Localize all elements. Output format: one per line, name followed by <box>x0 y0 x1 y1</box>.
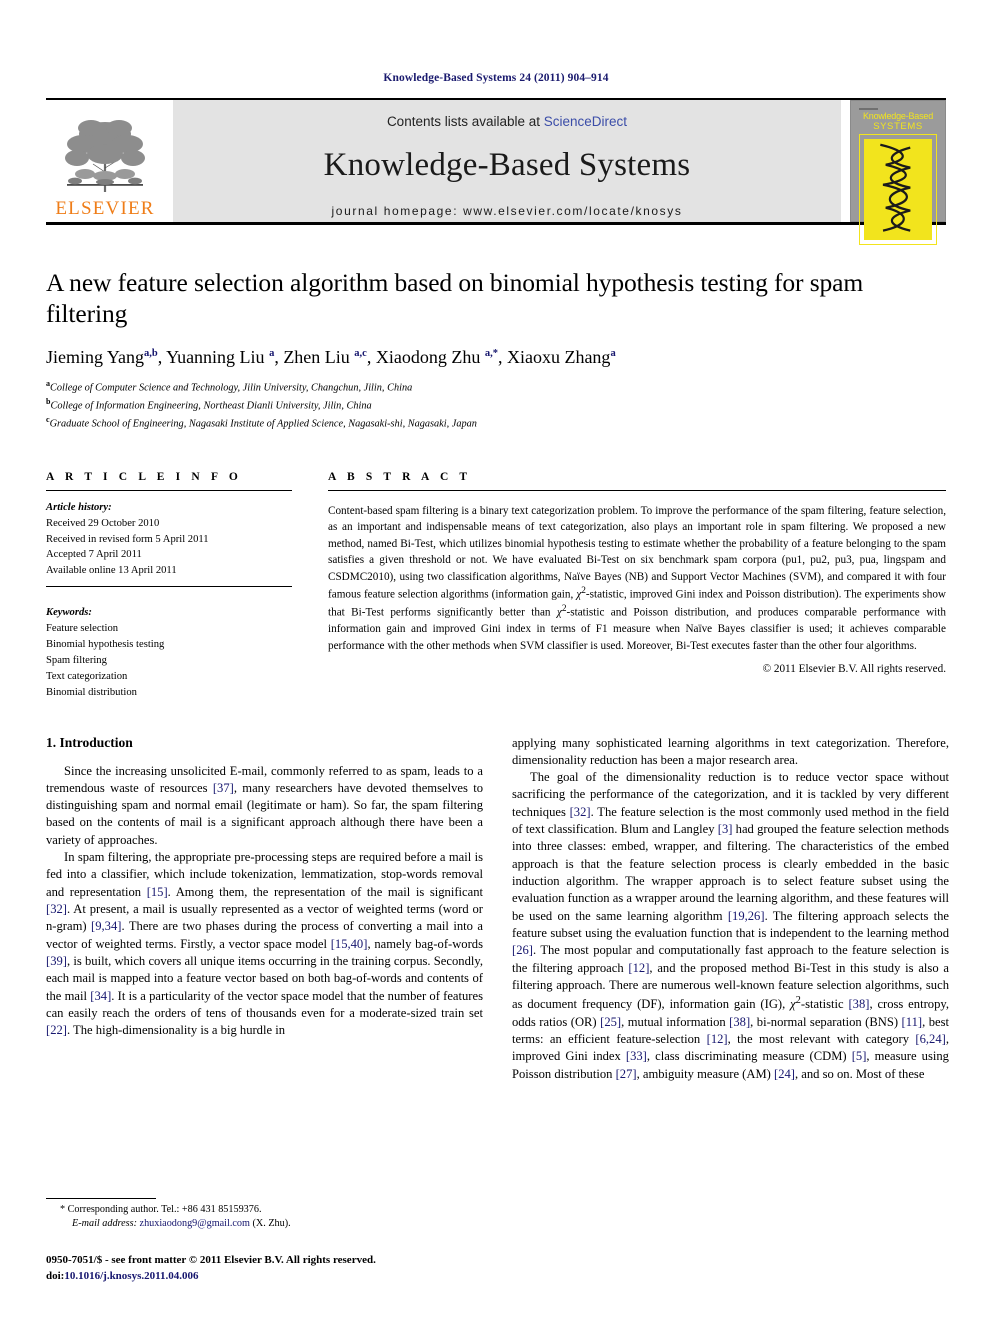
paragraph: In spam filtering, the appropriate pre-p… <box>46 850 483 1038</box>
keyword-item: Feature selection <box>46 623 119 635</box>
doi-label: doi: <box>46 1270 65 1283</box>
cover-art-image <box>864 139 932 240</box>
page-title: A new feature selection algorithm based … <box>46 268 864 329</box>
keyword-item: Binomial hypothesis testing <box>46 638 165 650</box>
keywords-rule <box>46 586 292 588</box>
elsevier-wordmark: ELSEVIER <box>55 198 155 219</box>
email-note: E-mail address: zhuxiaodong9@gmail.com (… <box>46 1217 483 1231</box>
journal-title: Knowledge-Based Systems <box>323 147 691 183</box>
email-label: E-mail address: <box>72 1217 137 1229</box>
abstract-copyright: © 2011 Elsevier B.V. All rights reserved… <box>762 663 946 676</box>
paragraph: applying many sophisticated learning alg… <box>512 735 949 767</box>
journal-homepage[interactable]: journal homepage: www.elsevier.com/locat… <box>332 204 683 218</box>
abstract-text: Content-based spam filtering is a binary… <box>328 504 946 652</box>
history-item: Received in revised form 5 April 2011 <box>46 533 209 545</box>
cover-helix-icon <box>880 144 911 233</box>
affiliation-text: College of Computer Science and Technolo… <box>50 382 413 394</box>
cover-title-line1: Knowledge-Based <box>862 111 934 121</box>
corresponding-author-note: * Corresponding author. Tel.: +86 431 85… <box>60 1203 262 1215</box>
author-list: Jieming Yanga,b, Yuanning Liu a, Zhen Li… <box>46 346 616 367</box>
affiliation-list: aCollege of Computer Science and Technol… <box>46 378 946 433</box>
sciencedirect-link[interactable]: ScienceDirect <box>544 114 627 129</box>
cover-publisher-mark-icon <box>859 108 878 110</box>
abstract-rule <box>328 489 946 491</box>
elsevier-logo: ELSEVIER <box>46 100 164 222</box>
affiliation-text: College of Information Engineering, Nort… <box>50 400 372 412</box>
section-heading-introduction: 1. Introduction <box>46 734 133 750</box>
elsevier-tree-icon <box>65 120 145 192</box>
affiliation-item: aCollege of Computer Science and Technol… <box>46 378 413 394</box>
body-columns: 1. Introduction Since the increasing uns… <box>46 735 949 1083</box>
issn-line: 0950-7051/$ - see front matter © 2011 El… <box>46 1254 376 1267</box>
article-info-rule <box>46 489 292 491</box>
history-item: Received 29 October 2010 <box>46 517 160 529</box>
keyword-item: Spam filtering <box>46 654 107 666</box>
email-suffix: (X. Zhu). <box>252 1217 291 1229</box>
abstract-column: A B S T R A C T Content-based spam filte… <box>328 471 946 701</box>
journal-band: Contents lists available at ScienceDirec… <box>173 100 841 222</box>
contents-prefix: Contents lists available at <box>386 114 544 129</box>
doi-link[interactable]: 10.1016/j.knosys.2011.04.006 <box>64 1270 198 1282</box>
paragraph: The goal of the dimensionality reduction… <box>512 770 949 1081</box>
article-info-column: A R T I C L E I N F O Article history: R… <box>46 471 292 701</box>
keywords-group: Keywords: Feature selection Binomial hyp… <box>46 605 292 700</box>
paragraph: Since the increasing unsolicited E-mail,… <box>46 763 483 847</box>
title-block: A new feature selection algorithm based … <box>46 225 946 433</box>
running-head: Knowledge-Based Systems 24 (2011) 904–91… <box>383 72 609 84</box>
issn-copyright-block: 0950-7051/$ - see front matter © 2011 El… <box>46 1253 483 1285</box>
affiliation-item: bCollege of Information Engineering, Nor… <box>46 397 372 412</box>
paper-page: Knowledge-Based Systems 24 (2011) 904–91… <box>0 0 992 1323</box>
body-column-right: applying many sophisticated learning alg… <box>512 735 949 1083</box>
article-history-label: Article history: <box>46 501 112 513</box>
keywords-label: Keywords: <box>46 607 92 619</box>
history-item: Accepted 7 April 2011 <box>46 549 142 561</box>
affiliation-text: Graduate School of Engineering, Nagasaki… <box>49 418 477 430</box>
keyword-item: Text categorization <box>46 670 128 682</box>
cover-title-line2: SYSTEMS <box>873 121 923 133</box>
page-footer: * Corresponding author. Tel.: +86 431 85… <box>46 1197 483 1285</box>
history-item: Available online 13 April 2011 <box>46 565 177 577</box>
body-column-left: 1. Introduction Since the increasing uns… <box>46 735 483 1083</box>
abstract-heading: A B S T R A C T <box>328 470 472 483</box>
journal-cover-thumbnail[interactable]: Knowledge-Based SYSTEMS <box>850 100 946 245</box>
affiliation-item: cGraduate School of Engineering, Nagasak… <box>46 415 477 430</box>
article-history-group: Article history: Received 29 October 201… <box>46 500 292 579</box>
keyword-item: Binomial distribution <box>46 686 137 698</box>
doi-line: doi:10.1016/j.knosys.2011.04.006 <box>46 1269 483 1285</box>
contents-available-line: Contents lists available at ScienceDirec… <box>387 114 627 129</box>
cover-art-frame <box>859 134 937 245</box>
email-link[interactable]: zhuxiaodong9@gmail.com <box>140 1218 250 1229</box>
article-info-heading: A R T I C L E I N F O <box>46 470 242 483</box>
footnote-rule <box>46 1197 156 1199</box>
info-abstract-region: A R T I C L E I N F O Article history: R… <box>46 471 946 701</box>
journal-masthead: ELSEVIER Contents lists available at Sci… <box>46 100 946 245</box>
